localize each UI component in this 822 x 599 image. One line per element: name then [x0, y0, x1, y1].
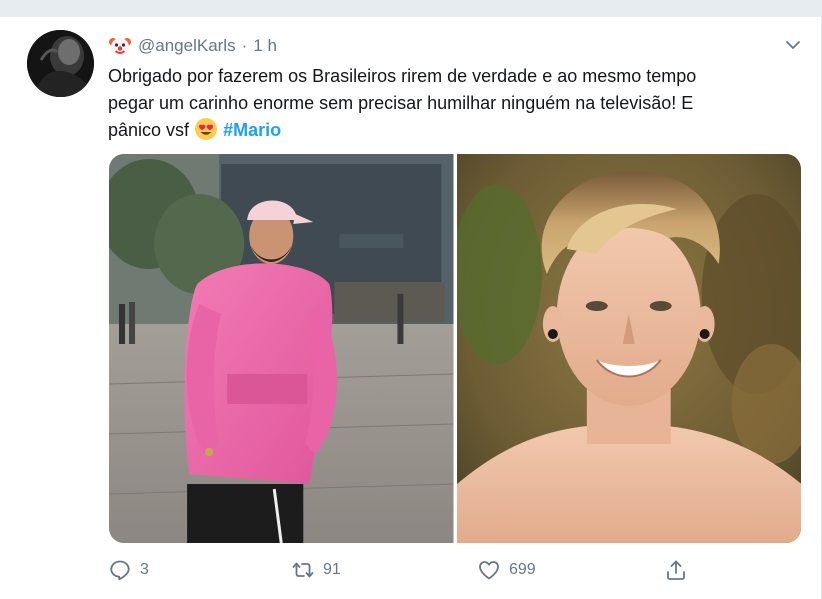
like-button[interactable]: 699 — [477, 558, 536, 582]
reply-icon — [110, 560, 130, 581]
retweet-button[interactable]: 91 — [291, 558, 341, 582]
tweet-text-line: pânico vsf #Mario — [108, 117, 808, 144]
heart-eyes-icon — [194, 117, 218, 141]
reply-button[interactable]: 3 — [108, 558, 149, 582]
timeline-top-separator — [0, 0, 822, 17]
photo-right[interactable] — [456, 154, 801, 543]
tweet-header: @angelKarls · 1 h — [108, 34, 277, 58]
retweet-icon — [292, 562, 314, 578]
share-button[interactable] — [664, 558, 688, 582]
share-icon — [667, 560, 685, 580]
tweet-timestamp[interactable]: 1 h — [253, 36, 277, 56]
chevron-down-icon[interactable] — [784, 38, 802, 52]
reply-count: 3 — [140, 561, 149, 578]
tweet-actions: 3 91 699 — [108, 558, 808, 586]
like-count: 699 — [509, 561, 536, 578]
heart-icon — [479, 561, 499, 580]
hashtag-link[interactable]: #Mario — [223, 120, 281, 140]
tweet-text-fragment: pânico vsf — [108, 120, 190, 140]
tweet-text-line: pegar um carinho enorme sem precisar hum… — [108, 93, 694, 113]
tweet-media[interactable] — [109, 154, 801, 543]
avatar[interactable] — [27, 30, 94, 97]
retweet-count: 91 — [323, 561, 341, 578]
meta-separator: · — [241, 36, 248, 55]
clown-face-icon — [108, 34, 132, 58]
tweet-text: Obrigado por fazerem os Brasileiros rire… — [108, 63, 808, 144]
tweet-text-line: Obrigado por fazerem os Brasileiros rire… — [108, 66, 697, 86]
user-handle[interactable]: @angelKarls — [138, 36, 236, 56]
photo-left[interactable] — [109, 154, 454, 543]
